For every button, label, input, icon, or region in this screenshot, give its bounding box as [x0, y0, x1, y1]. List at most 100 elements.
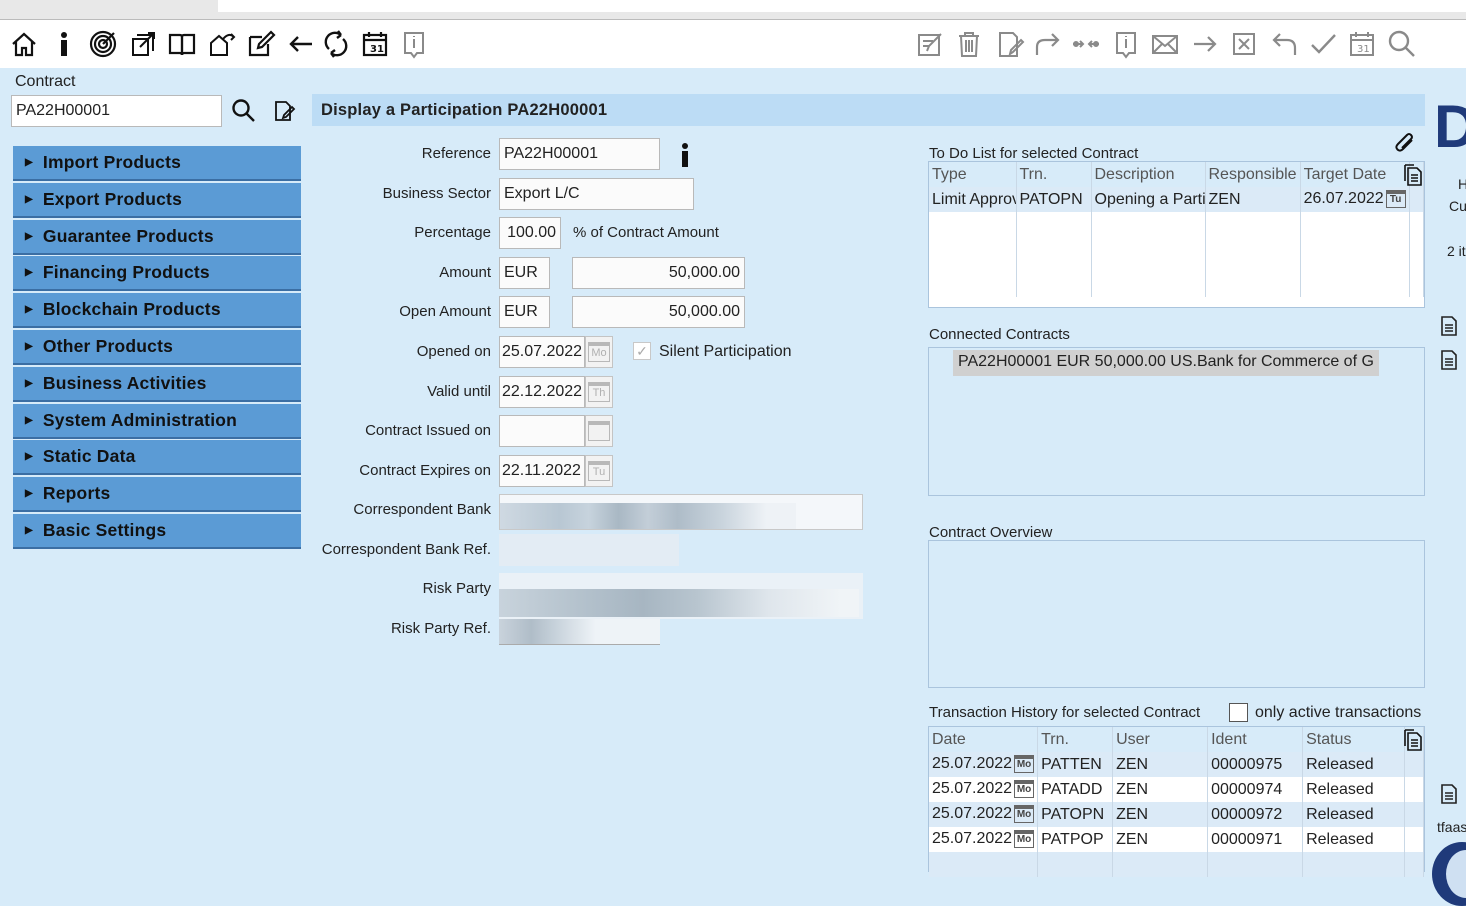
document-edit-icon[interactable] [272, 99, 296, 127]
sidebar-item-system-administration[interactable]: ▶ System Administration [13, 403, 301, 439]
expand-arrow-icon: ▶ [25, 525, 33, 536]
open-amount-label: Open Amount [399, 303, 491, 320]
column-header[interactable]: Type [929, 162, 1017, 187]
sidebar-item-financing-products[interactable]: ▶ Financing Products [13, 256, 301, 292]
amount-currency-field: EUR [499, 257, 550, 289]
calendar-icon: Mo [585, 336, 613, 368]
history-user-cell: ZEN [1112, 752, 1209, 777]
sidebar-item-guarantee-products[interactable]: ▶ Guarantee Products [13, 219, 301, 255]
history-title: Transaction History for selected Contrac… [929, 704, 1201, 721]
sidebar-item-label: Reports [42, 483, 111, 504]
right-snippet: tfaas [1437, 819, 1466, 835]
column-header[interactable]: Date [929, 727, 1039, 752]
sidebar-item-blockchain-products[interactable]: ▶ Blockchain Products [13, 293, 301, 329]
info-icon[interactable] [46, 26, 82, 62]
open-amount-field: 50,000.00 [572, 296, 745, 328]
calendar-icon[interactable]: 31 [357, 26, 393, 62]
sidebar-item-label: Export Products [42, 188, 183, 209]
opened-on-field: 25.07.2022 [499, 336, 585, 368]
history-status-cell: Released [1302, 827, 1406, 852]
only-active-checkbox[interactable] [1229, 703, 1248, 722]
sidebar-item-label: Import Products [42, 152, 182, 172]
valid-until-field: 22.12.2022 [499, 376, 585, 408]
paperclip-icon[interactable] [1392, 130, 1418, 160]
history-status-cell: Released [1302, 802, 1406, 827]
target-icon[interactable] [85, 26, 121, 62]
sidebar-item-export-products[interactable]: ▶ Export Products [13, 182, 301, 218]
column-header[interactable]: Target Date [1300, 162, 1410, 187]
undo-icon [1266, 26, 1302, 62]
book-icon[interactable] [164, 26, 200, 62]
risk-party-label: Risk Party [422, 580, 491, 597]
transfer-icon[interactable] [204, 26, 240, 62]
svg-text:31: 31 [1357, 44, 1370, 55]
connected-contracts-title: Connected Contracts [929, 326, 1070, 343]
document-icon[interactable] [1440, 784, 1458, 808]
info-icon[interactable] [678, 142, 692, 172]
history-date-cell: 25.07.2022 Mo [929, 752, 1039, 777]
correspondent-bank-ref-field [499, 534, 679, 566]
expand-arrow-icon: ▶ [25, 193, 33, 205]
table-header-row: Type Trn. Description Responsible Target… [929, 162, 1425, 187]
calendar-icon: 31 [1344, 26, 1380, 62]
history-user-cell: ZEN [1112, 827, 1209, 852]
calendar-icon: Mo [1014, 780, 1035, 799]
history-status-cell: Released [1302, 777, 1406, 802]
sidebar-item-label: Basic Settings [42, 520, 167, 540]
expand-arrow-icon: ▶ [25, 377, 33, 389]
opened-on-label: Opened on [416, 343, 491, 360]
contract-issued-on-label: Contract Issued on [365, 422, 491, 439]
browser-tab[interactable] [218, 0, 1466, 12]
back-arrow-icon[interactable] [283, 26, 319, 62]
table-row[interactable]: 25.07.2022 Mo PATPOP ZEN 00000971 Released [929, 827, 1424, 852]
sidebar-item-business-activities[interactable]: ▶ Business Activities [13, 366, 301, 402]
column-header[interactable]: Ident [1207, 727, 1304, 752]
column-header[interactable]: Status [1302, 727, 1406, 752]
sidebar-item-label: Guarantee Products [42, 225, 214, 246]
edit-icon[interactable] [243, 26, 279, 62]
calendar-icon: Mo [1014, 805, 1035, 824]
sidebar-item-reports[interactable]: ▶ Reports [13, 477, 301, 513]
search-icon [1384, 26, 1420, 62]
document-icon[interactable] [1440, 316, 1458, 340]
sidebar-item-other-products[interactable]: ▶ Other Products [13, 330, 301, 365]
todo-table: Type Trn. Description Responsible Target… [928, 161, 1425, 308]
table-row[interactable]: 25.07.2022 Mo PATADD ZEN 00000974 Released [929, 777, 1424, 802]
browser-tab-strip [0, 0, 1466, 20]
column-header[interactable]: Trn. [1037, 727, 1114, 752]
refresh-icon[interactable] [318, 26, 354, 62]
expand-arrow-icon: ▶ [25, 230, 33, 242]
sidebar-item-basic-settings[interactable]: ▶ Basic Settings [13, 514, 301, 549]
assistant-avatar[interactable] [1432, 842, 1466, 906]
expand-arrow-icon: ▶ [25, 157, 33, 168]
sidebar-item-static-data[interactable]: ▶ Static Data [13, 440, 301, 476]
search-icon[interactable] [231, 98, 257, 128]
copy-icon[interactable] [1403, 729, 1423, 755]
table-row[interactable]: 25.07.2022 Mo PATOPN ZEN 00000972 Released [929, 802, 1424, 827]
history-trn-cell: PATTEN [1037, 752, 1114, 777]
brand-letter: D [1434, 93, 1466, 160]
history-trn-cell: PATPOP [1037, 827, 1114, 852]
table-row[interactable]: 25.07.2022 Mo PATTEN ZEN 00000975 Released [929, 752, 1424, 777]
contract-expires-on-field: 22.11.2022 [499, 455, 585, 487]
home-icon[interactable] [6, 26, 42, 62]
valid-until-label: Valid until [427, 383, 491, 400]
column-header[interactable]: Description [1091, 162, 1206, 187]
list-item[interactable]: PA22H00001 EUR 50,000.00 US.Bank for Com… [953, 350, 1379, 376]
column-header[interactable]: Responsible [1205, 162, 1301, 187]
column-header[interactable]: User [1112, 727, 1209, 752]
sidebar-item-import-products[interactable]: ▶ Import Products [13, 146, 301, 181]
copy-icon[interactable] [1403, 164, 1423, 190]
export-icon[interactable] [125, 26, 161, 62]
column-header[interactable]: Trn. [1016, 162, 1092, 187]
swap-icon [1068, 26, 1104, 62]
silent-participation-label: Silent Participation [659, 343, 792, 360]
contract-input[interactable]: PA22H00001 [11, 95, 222, 127]
document-icon[interactable] [1440, 350, 1458, 374]
risk-party-ref-label: Risk Party Ref. [390, 620, 491, 637]
history-date-cell: 25.07.2022 Mo [929, 827, 1039, 852]
todo-responsible-cell: ZEN [1205, 187, 1301, 212]
calendar-icon: Tu [1385, 190, 1406, 209]
table-row[interactable]: Limit Approv PATOPN Opening a Partic ZEN… [929, 187, 1425, 212]
check-icon [1305, 26, 1341, 62]
